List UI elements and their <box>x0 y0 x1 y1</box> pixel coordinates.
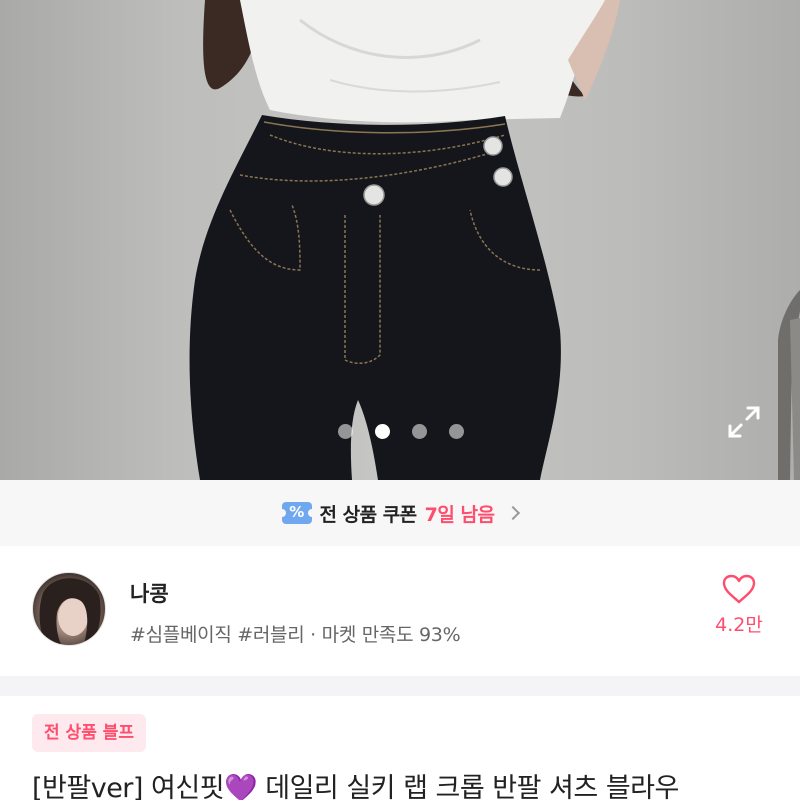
gallery-pagination <box>0 424 800 442</box>
seller-tags: #심플베이직 #러블리 · 마켓 만족도 93% <box>130 624 461 646</box>
coupon-icon: % <box>277 502 316 524</box>
like-count: 4.2만 <box>715 614 763 636</box>
seller-avatar[interactable] <box>32 572 106 646</box>
expand-icon[interactable] <box>726 404 762 440</box>
product-photo <box>189 0 800 480</box>
seller-info: 나콩 #심플베이직 #러블리 · 마켓 만족도 93% 4.2만 <box>0 546 800 676</box>
gallery-dot-4[interactable] <box>449 424 464 439</box>
coupon-banner[interactable]: % 전 상품 쿠폰 7일 남음 <box>0 480 800 546</box>
heart-icon <box>722 574 756 604</box>
section-divider <box>0 676 800 696</box>
seller-name[interactable]: 나콩 <box>130 578 169 608</box>
gallery-dot-2[interactable] <box>375 424 390 439</box>
promo-badge: 전 상품 블프 <box>32 714 147 752</box>
product-title: [반팔ver] 여신핏💜 데일리 실키 랩 크롭 반팔 셔츠 블라우 <box>32 773 679 800</box>
chevron-right-icon <box>506 505 521 521</box>
gallery-dot-3[interactable] <box>412 424 427 439</box>
product-image-gallery[interactable] <box>0 0 800 480</box>
coupon-text: 전 상품 쿠폰 <box>319 503 418 526</box>
like-button[interactable]: 4.2만 <box>704 574 774 637</box>
gallery-dot-1[interactable] <box>338 424 353 439</box>
coupon-remaining: 7일 남음 <box>424 503 495 526</box>
